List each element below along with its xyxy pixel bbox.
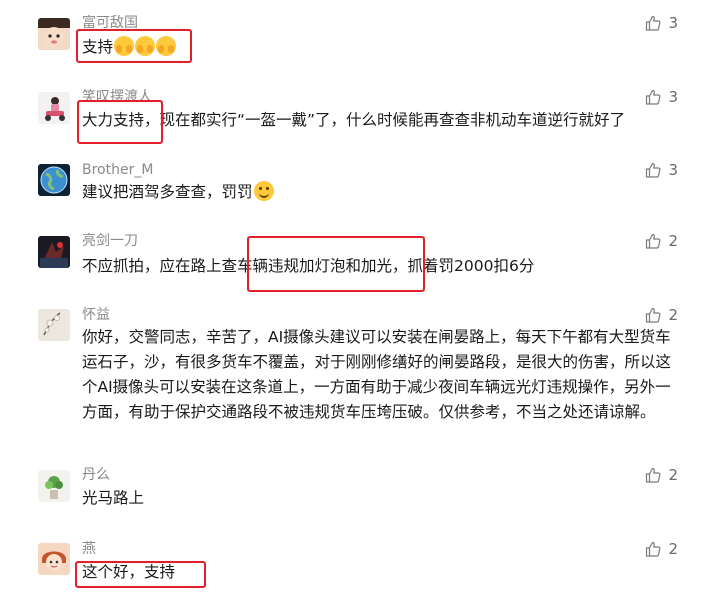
avatar[interactable] — [38, 18, 70, 50]
like-count: 2 — [668, 540, 678, 558]
author-name[interactable]: 亮剑一刀 — [82, 232, 138, 250]
like-count: 3 — [668, 161, 678, 179]
like-button[interactable]: 2 — [645, 540, 678, 558]
comment-text-part: 支持 — [82, 38, 114, 56]
avatar[interactable] — [38, 543, 70, 575]
thumbs-up-icon — [646, 233, 661, 249]
thumbs-up-icon — [646, 467, 661, 483]
like-count: 2 — [668, 466, 678, 484]
comment-text: 这个好，支持 — [82, 560, 175, 585]
like-count: 3 — [668, 88, 678, 106]
thumbs-up-icon — [646, 15, 661, 31]
comment-text: 大力支持，现在都实行“一盔一戴”了，什么时候能再查查非机动车道逆行就好了 — [82, 108, 625, 133]
like-button[interactable]: 3 — [645, 14, 678, 32]
author-name[interactable]: 燕 — [82, 540, 96, 558]
author-name[interactable]: 富可敌国 — [82, 14, 138, 32]
smile-emoji — [253, 181, 274, 201]
comment-text: 不应抓拍，应在路上查车辆违规加灯泡和加光，抓着罚2000扣6分 — [82, 254, 534, 279]
avatar[interactable] — [38, 164, 70, 196]
like-button[interactable]: 2 — [645, 306, 678, 324]
thumbs-up-icon — [646, 541, 661, 557]
thumbs-up-icon — [646, 162, 661, 178]
comment-text-part: 车辆违规加灯泡和加光 — [237, 257, 393, 275]
avatar[interactable] — [38, 92, 70, 124]
like-button[interactable]: 2 — [645, 466, 678, 484]
comment-text-part: ，抓着罚2000扣6分 — [392, 257, 535, 275]
comment-text-part: 光马路上 — [82, 489, 145, 507]
hands-emoji — [135, 36, 156, 56]
avatar[interactable] — [38, 309, 70, 341]
comment-text: 支持 — [82, 35, 177, 60]
thumbs-up-icon — [646, 307, 661, 323]
comment-text: 光马路上 — [82, 486, 144, 511]
like-count: 2 — [668, 306, 678, 324]
comment-text: 建议把酒驾多查查，罚罚 — [82, 180, 274, 205]
comment-text-part: 建议把酒驾多查查，罚罚 — [82, 183, 253, 201]
comment-text: 你好，交警同志，辛苦了，AI摄像头建议可以安装在闸晏路上，每天下午都有大型货车运… — [82, 325, 682, 425]
thumbs-up-icon — [646, 89, 661, 105]
avatar[interactable] — [38, 236, 70, 268]
author-name[interactable]: Brother_M — [82, 161, 153, 179]
author-name[interactable]: 笑叹摆渡人 — [82, 88, 152, 106]
like-button[interactable]: 3 — [645, 161, 678, 179]
comment-text-part: 这个好，支持 — [82, 563, 176, 581]
comment-text-part: 你好，交警同志，辛苦了，AI摄像头建议可以安装在闸晏路上，每天下午都有大型货车运… — [82, 328, 672, 421]
like-count: 3 — [668, 14, 678, 32]
like-button[interactable]: 3 — [645, 88, 678, 106]
like-button[interactable]: 2 — [645, 232, 678, 250]
hands-emoji — [114, 36, 135, 56]
hands-emoji — [156, 36, 177, 56]
comment-text-part: 不应抓拍，应在路上查 — [82, 257, 238, 275]
like-count: 2 — [668, 232, 678, 250]
avatar[interactable] — [38, 470, 70, 502]
comment-text-part: 大力支持，现在都实行“一盔一戴”了，什么时候能再查查非机动车道逆行就好了 — [82, 111, 626, 129]
author-name[interactable]: 丹么 — [82, 466, 110, 484]
author-name[interactable]: 怀益 — [82, 306, 110, 324]
